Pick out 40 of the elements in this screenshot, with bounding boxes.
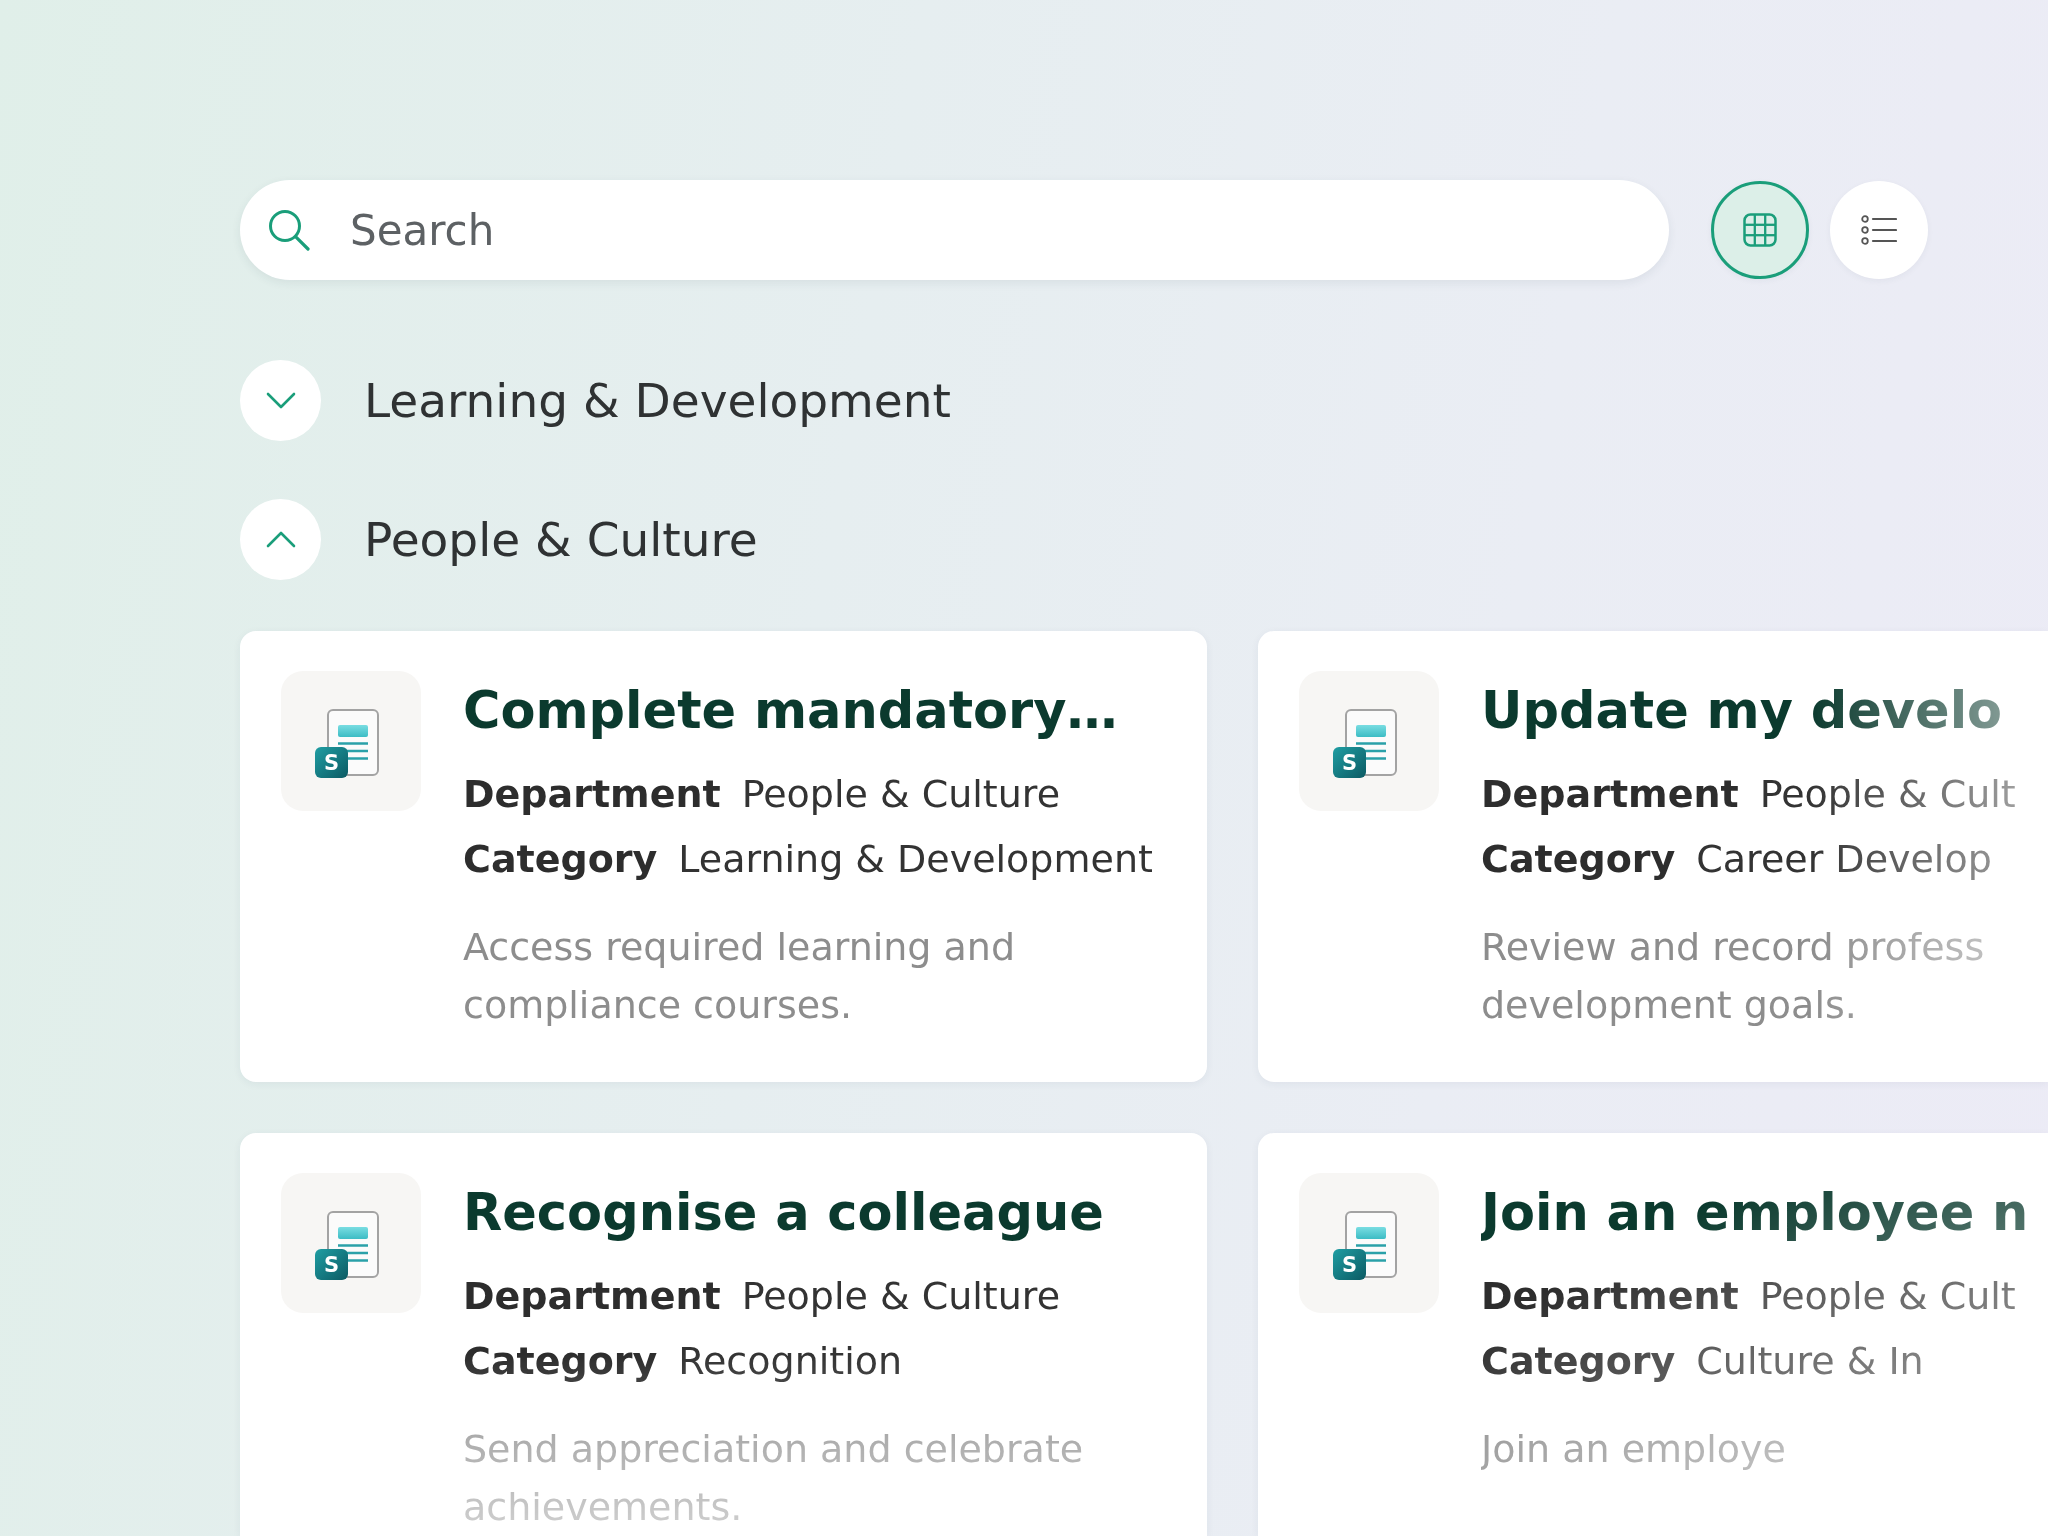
document-icon: S bbox=[281, 671, 421, 811]
grid-icon bbox=[1743, 213, 1777, 247]
search-field[interactable]: Search bbox=[240, 180, 1669, 280]
department-value: People & Cult bbox=[1759, 1274, 2016, 1318]
list-icon bbox=[1861, 215, 1897, 245]
card-description: Access required learning and compliance courses. bbox=[463, 924, 1017, 1029]
document-icon: S bbox=[281, 1173, 421, 1313]
card-title: Join an employee n bbox=[1481, 1182, 2030, 1244]
search-icon bbox=[268, 209, 310, 251]
chevron-up-icon bbox=[265, 531, 296, 548]
section-title[interactable]: People & Culture bbox=[364, 509, 758, 570]
department-value: People & Cult bbox=[1759, 772, 2016, 816]
department-value: People & Culture bbox=[741, 772, 1061, 816]
card-description: Send appreciation and celebrate achievements. bbox=[463, 1426, 1085, 1531]
card-title: Complete mandatory… bbox=[463, 680, 1119, 742]
category-value: Culture & In bbox=[1696, 1339, 1924, 1383]
department-label: Department bbox=[463, 1274, 721, 1318]
item-card[interactable]: S Recognise a colleague Department People & Culture Category Recognition Send appreciation and celebrate achievements. bbox=[240, 1133, 1207, 1536]
card-description: Join an employe bbox=[1481, 1426, 1787, 1473]
chevron-down-icon bbox=[265, 392, 296, 409]
department-label: Department bbox=[463, 772, 721, 816]
section-title[interactable]: Learning & Development bbox=[364, 370, 951, 431]
item-card[interactable]: S Complete mandatory… Department People & Culture Category Learning & Development Access required learning and compliance courses. bbox=[240, 631, 1207, 1082]
category-label: Category bbox=[1481, 837, 1676, 881]
department-label: Department bbox=[1481, 772, 1739, 816]
category-label: Category bbox=[463, 1339, 658, 1383]
category-value: Career Develop bbox=[1696, 837, 1992, 881]
document-icon: S bbox=[1299, 671, 1439, 811]
item-card[interactable]: S Update my develo Department People & Cult Category Career Develop Review and record profess development goals. bbox=[1258, 631, 2048, 1082]
category-label: Category bbox=[463, 837, 658, 881]
department-label: Department bbox=[1481, 1274, 1739, 1318]
category-value: Learning & Development bbox=[678, 837, 1153, 881]
card-description: Review and record profess development goals. bbox=[1481, 924, 1986, 1029]
card-title: Update my develo bbox=[1481, 680, 2004, 742]
card-title: Recognise a colleague bbox=[463, 1182, 1105, 1244]
category-label: Category bbox=[1481, 1339, 1676, 1383]
document-icon: S bbox=[1299, 1173, 1439, 1313]
item-card[interactable]: S Join an employee n Department People & Cult Category Culture & In Join an employe bbox=[1258, 1133, 2048, 1536]
department-value: People & Culture bbox=[741, 1274, 1061, 1318]
category-value: Recognition bbox=[678, 1339, 903, 1383]
